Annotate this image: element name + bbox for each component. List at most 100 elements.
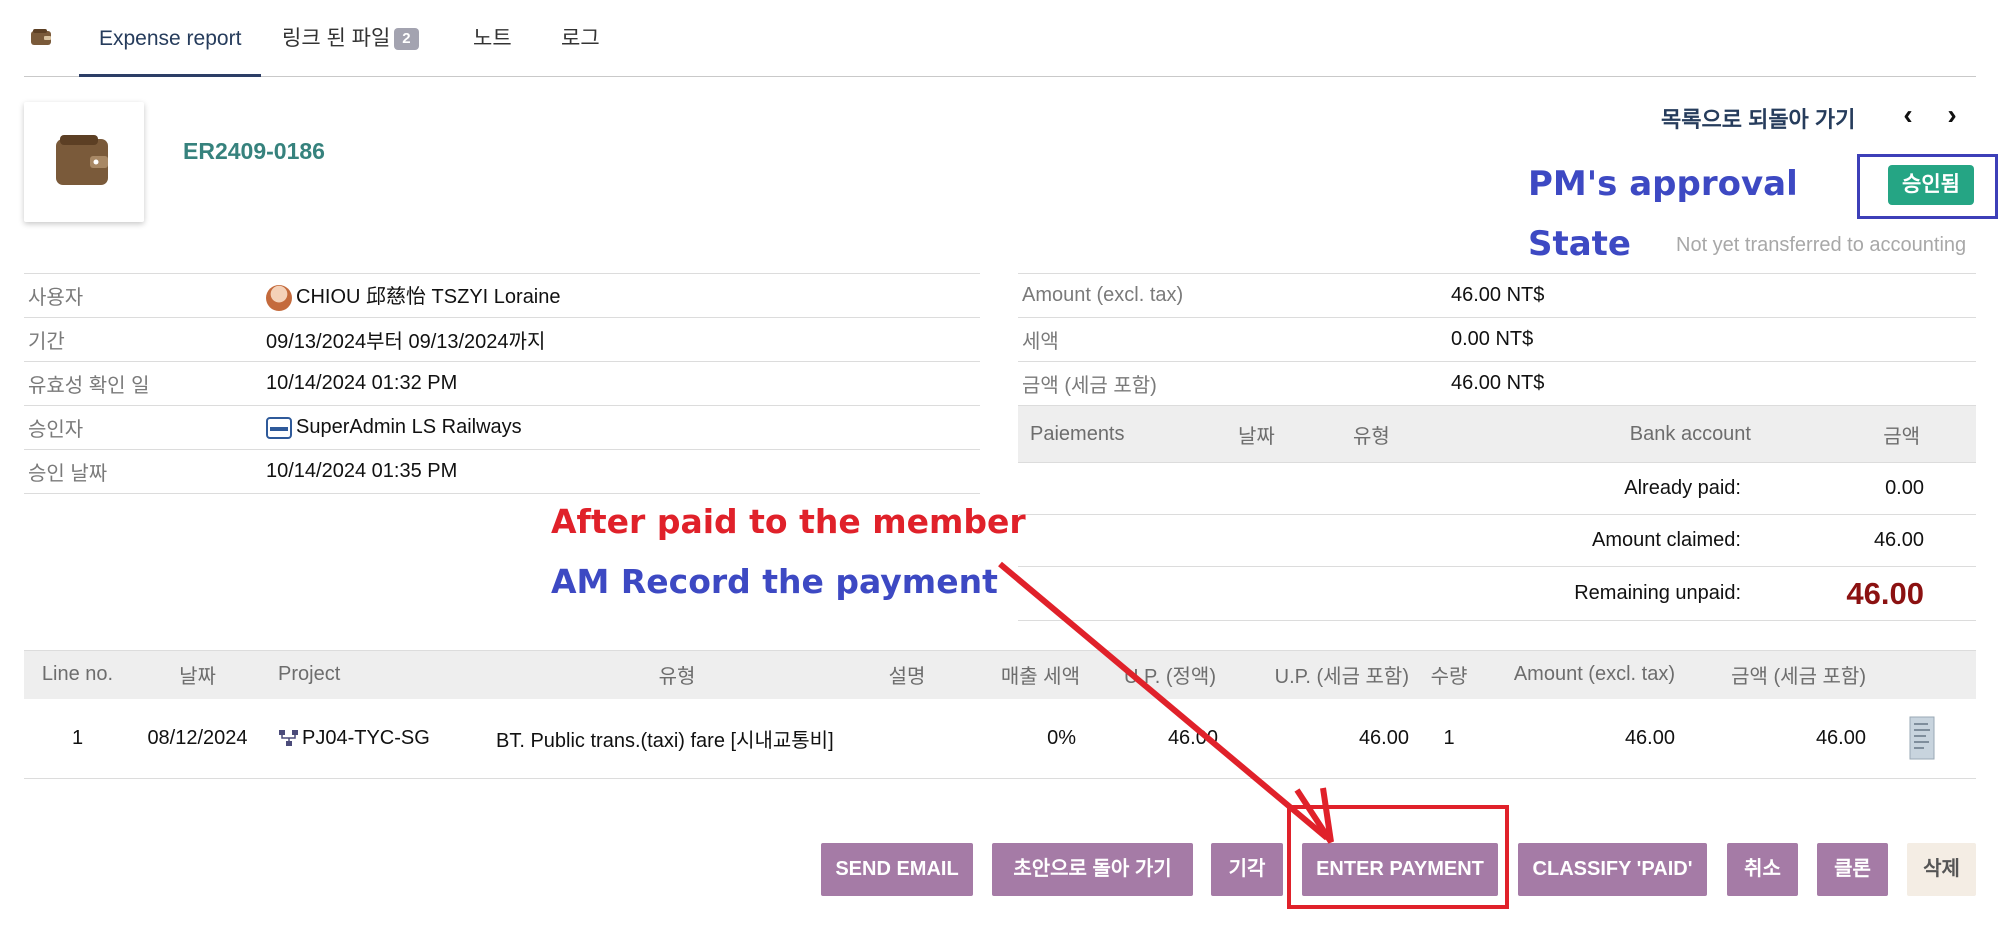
payments-header: 유형	[1353, 405, 1503, 463]
payments-summary-row: Already paid: 0.00	[1018, 462, 1976, 515]
tab-notes[interactable]: 노트	[473, 0, 512, 77]
approver-avatar	[266, 416, 292, 439]
line-project-ref[interactable]: PJ04-TYC-SG	[302, 727, 430, 749]
amount-claimed-label: Amount claimed:	[1018, 514, 1751, 567]
linked-files-count-badge: 2	[394, 28, 419, 51]
field-label: Amount (excl. tax)	[1018, 273, 1447, 318]
delete-button[interactable]: 삭제	[1907, 843, 1976, 896]
lines-header: 매출 세액	[950, 650, 1088, 699]
send-email-button[interactable]: SEND EMAIL	[821, 843, 973, 896]
tab-bar: Expense report 링크 된 파일 2 노트 로그	[24, 0, 1976, 77]
line-qty: 1	[1411, 698, 1487, 779]
payments-header: Paiements	[1018, 405, 1238, 463]
field-row: 승인 날짜 10/14/2024 01:35 PM	[24, 449, 980, 494]
already-paid-value: 0.00	[1751, 462, 1976, 515]
accounting-status-text: Not yet transferred to accounting	[1676, 234, 1967, 256]
line-attachment[interactable]	[1868, 698, 1976, 779]
expense-lines-table: Line no. 날짜 Project 유형 설명 매출 세액 U.P. (정액…	[24, 650, 1976, 779]
field-row: 승인자 SuperAdmin LS Railways	[24, 405, 980, 450]
lines-header: 날짜	[131, 650, 264, 699]
project-tree-icon	[279, 730, 298, 747]
field-row: 기간 09/13/2024부터 09/13/2024까지	[24, 317, 980, 362]
annotation-enter-payment-highlight	[1287, 805, 1509, 909]
line-date: 08/12/2024	[131, 698, 264, 779]
document-thumbnail-icon[interactable]	[1909, 716, 1935, 760]
field-label: 금액 (세금 포함)	[1018, 361, 1447, 406]
expense-report-thumbnail	[24, 102, 144, 222]
field-row: 세액 0.00 NT$	[1018, 317, 1976, 362]
lines-header-row: Line no. 날짜 Project 유형 설명 매출 세액 U.P. (정액…	[24, 650, 1976, 699]
lines-header: Amount (excl. tax)	[1487, 650, 1681, 699]
field-value-amount-ht: 46.00 NT$	[1447, 273, 1976, 318]
field-value-amount-ttc: 46.00 NT$	[1447, 361, 1976, 406]
wallet-icon	[56, 135, 108, 185]
amount-claimed-value: 46.00	[1751, 514, 1976, 567]
table-row: 1 08/12/2024 PJ04-TYC-SG BT. Public tran…	[24, 698, 1976, 779]
field-label: 세액	[1018, 317, 1447, 362]
lines-header: U.P. (세금 포함)	[1220, 650, 1411, 699]
field-row: 금액 (세금 포함) 46.00 NT$	[1018, 361, 1976, 406]
line-type: BT. Public trans.(taxi) fare [시내교통비]	[490, 698, 864, 779]
report-amounts-right: Amount (excl. tax) 46.00 NT$ 세액 0.00 NT$…	[1018, 273, 1976, 406]
field-label: 사용자	[24, 273, 262, 318]
lines-header: Project	[264, 650, 490, 699]
cancel-button[interactable]: 취소	[1727, 843, 1798, 896]
lines-header: 설명	[864, 650, 950, 699]
payments-summary-row: Amount claimed: 46.00	[1018, 514, 1976, 567]
annotation-state: State	[1528, 224, 1631, 264]
payments-header: 금액	[1751, 405, 1976, 463]
wallet-icon[interactable]	[30, 0, 52, 77]
remaining-unpaid-label: Remaining unpaid:	[1018, 566, 1751, 621]
lines-header: U.P. (정액)	[1088, 650, 1220, 699]
tab-linked-files-label: 링크 된 파일	[282, 27, 391, 50]
annotation-am-record: AM Record the payment	[551, 562, 998, 601]
line-no: 1	[24, 698, 131, 779]
previous-record-icon[interactable]: ‹	[1893, 100, 1923, 130]
clone-button[interactable]: 클론	[1817, 843, 1888, 896]
classify-paid-button[interactable]: CLASSIFY 'PAID'	[1518, 843, 1707, 896]
line-vat-rate: 0%	[950, 698, 1088, 779]
next-record-icon[interactable]: ›	[1937, 100, 1967, 130]
field-value-approval-date: 10/14/2024 01:35 PM	[262, 449, 980, 494]
field-value-user[interactable]: CHIOU 邱慈怡 TSZYI Loraine	[262, 273, 980, 318]
field-row: 유효성 확인 일 10/14/2024 01:32 PM	[24, 361, 980, 406]
payments-summary-row: Remaining unpaid: 46.00	[1018, 566, 1976, 621]
tab-expense-report[interactable]: Expense report	[79, 0, 262, 77]
back-to-draft-button[interactable]: 초안으로 돌아 가기	[992, 843, 1193, 896]
lines-header: 수량	[1411, 650, 1487, 699]
line-amount-ht: 46.00	[1487, 698, 1681, 779]
field-label: 승인 날짜	[24, 449, 262, 494]
field-value-tax: 0.00 NT$	[1447, 317, 1976, 362]
back-to-list-link[interactable]: 목록으로 되돌아 가기	[1661, 102, 1855, 134]
line-up-ht: 46.00	[1088, 698, 1220, 779]
payments-header: 날짜	[1238, 405, 1353, 463]
user-name[interactable]: CHIOU 邱慈怡 TSZYI Loraine	[296, 286, 561, 308]
remaining-unpaid-value: 46.00	[1751, 566, 1976, 621]
annotation-pm-approval: PM's approval	[1528, 164, 1798, 204]
line-amount-ttc: 46.00	[1681, 698, 1868, 779]
field-label: 기간	[24, 317, 262, 362]
already-paid-label: Already paid:	[1018, 462, 1751, 515]
payments-table: Paiements 날짜 유형 Bank account 금액 Already …	[1018, 405, 1976, 621]
line-up-ttc: 46.00	[1220, 698, 1411, 779]
line-project[interactable]: PJ04-TYC-SG	[264, 698, 490, 779]
field-row: 사용자 CHIOU 邱慈怡 TSZYI Loraine	[24, 273, 980, 318]
payments-header-row: Paiements 날짜 유형 Bank account 금액	[1018, 405, 1976, 463]
field-value-period: 09/13/2024부터 09/13/2024까지	[262, 317, 980, 362]
user-avatar	[266, 284, 292, 311]
approver-name[interactable]: SuperAdmin LS Railways	[296, 416, 522, 438]
lines-header-actions	[1868, 650, 1976, 699]
field-label: 유효성 확인 일	[24, 361, 262, 406]
report-details-left: 사용자 CHIOU 邱慈怡 TSZYI Loraine 기간 09/13/202…	[24, 273, 980, 494]
lines-header: 금액 (세금 포함)	[1681, 650, 1868, 699]
lines-header: 유형	[490, 650, 864, 699]
tab-linked-files[interactable]: 링크 된 파일 2	[282, 0, 419, 77]
field-value-validation-date: 10/14/2024 01:32 PM	[262, 361, 980, 406]
status-badge: 승인됨	[1888, 165, 1974, 205]
field-value-approver[interactable]: SuperAdmin LS Railways	[262, 405, 980, 450]
tab-log[interactable]: 로그	[561, 0, 600, 77]
annotation-after-paid: After paid to the member	[551, 502, 1026, 541]
expense-report-ref: ER2409-0186	[183, 138, 325, 164]
payments-header: Bank account	[1503, 405, 1751, 463]
refuse-button[interactable]: 기각	[1211, 843, 1283, 896]
